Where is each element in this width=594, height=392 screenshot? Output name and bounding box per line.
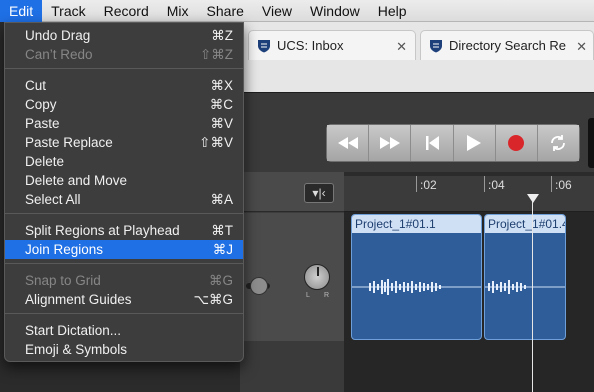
cycle-icon: [551, 135, 566, 151]
pan-left-label: L: [306, 292, 310, 299]
toolbar-edge: [588, 118, 594, 168]
menu-track[interactable]: Track: [42, 0, 94, 22]
menu-edit[interactable]: Edit: [0, 0, 43, 22]
menu-help[interactable]: Help: [369, 0, 416, 22]
menu-bar: Edit Track Record Mix Share View Window …: [0, 0, 594, 22]
menu-item-paste-replace[interactable]: Paste Replace ⇧⌘V: [5, 133, 243, 152]
menu-separator: [5, 263, 243, 264]
ruler-tick: [484, 176, 485, 192]
cycle-button[interactable]: [537, 125, 580, 161]
menu-record[interactable]: Record: [95, 0, 158, 22]
menu-item-select-all[interactable]: Select All ⌘A: [5, 190, 243, 209]
menu-separator: [5, 213, 243, 214]
playhead-handle[interactable]: [527, 194, 539, 203]
ruler-label: :06: [555, 178, 572, 192]
transport-controls: [326, 124, 580, 162]
catch-playhead-button[interactable]: ▾|‹: [304, 183, 334, 203]
menu-item-alignment-guides[interactable]: Alignment Guides ⌥⌘G: [5, 290, 243, 309]
rewind-icon: [337, 137, 358, 149]
menu-item-delete-and-move[interactable]: Delete and Move: [5, 171, 243, 190]
fast-forward-icon: [379, 137, 400, 149]
browser-tab-directory[interactable]: Directory Search Re ✕: [420, 30, 594, 60]
go-to-start-icon: [425, 136, 439, 150]
pan-knob[interactable]: [304, 264, 330, 290]
menu-separator: [5, 313, 243, 314]
record-button[interactable]: [495, 125, 538, 161]
record-icon: [508, 135, 525, 151]
menu-item-undo[interactable]: Undo Drag ⌘Z: [5, 26, 243, 45]
fast-forward-button[interactable]: [369, 125, 412, 161]
playhead[interactable]: [532, 200, 533, 392]
pan-right-label: R: [324, 292, 330, 299]
go-to-start-button[interactable]: [411, 125, 454, 161]
rewind-button[interactable]: [327, 125, 370, 161]
play-icon: [467, 135, 482, 151]
ruler-label: :02: [420, 178, 437, 192]
tab-title: Directory Search Re: [449, 38, 567, 53]
menu-item-start-dictation[interactable]: Start Dictation...: [5, 321, 243, 340]
menu-item-emoji-symbols[interactable]: Emoji & Symbols: [5, 340, 243, 359]
ruler-tick: [416, 176, 417, 192]
menu-item-cut[interactable]: Cut ⌘X: [5, 76, 243, 95]
menu-item-snap-to-grid: Snap to Grid ⌘G: [25, 272, 233, 289]
menu-window[interactable]: Window: [301, 0, 369, 22]
shield-logo-icon: [257, 39, 271, 53]
tab-close-icon[interactable]: ✕: [396, 39, 407, 55]
waveform: [352, 279, 481, 295]
region-name: Project_1#01.4: [485, 215, 565, 233]
empty-track-area: [240, 341, 344, 392]
ruler-label: :04: [488, 178, 505, 192]
menu-item-copy[interactable]: Copy ⌘C: [5, 95, 243, 114]
play-button[interactable]: [453, 125, 496, 161]
menu-mix[interactable]: Mix: [158, 0, 198, 22]
menu-view[interactable]: View: [253, 0, 301, 22]
menu-separator: [5, 68, 243, 69]
tab-title: UCS: Inbox: [277, 38, 344, 53]
audio-region[interactable]: Project_1#01.1: [351, 214, 482, 340]
volume-slider-knob[interactable]: [250, 277, 268, 295]
menu-item-delete[interactable]: Delete: [5, 152, 243, 171]
shield-logo-icon: [429, 39, 443, 53]
menu-share[interactable]: Share: [198, 0, 253, 22]
menu-item-paste[interactable]: Paste ⌘V: [5, 114, 243, 133]
edit-menu: Undo Drag ⌘Z Can’t Redo ⇧⌘Z Cut ⌘X Copy …: [4, 22, 244, 362]
tab-close-icon[interactable]: ✕: [576, 39, 587, 55]
menu-item-redo: Can’t Redo ⇧⌘Z: [25, 46, 233, 63]
audio-region[interactable]: Project_1#01.4: [484, 214, 566, 340]
ruler-tick: [551, 176, 552, 192]
waveform: [485, 280, 565, 294]
browser-tab-inbox[interactable]: UCS: Inbox ✕: [248, 30, 416, 60]
region-name: Project_1#01.1: [352, 215, 481, 233]
menu-item-split-regions[interactable]: Split Regions at Playhead ⌘T: [5, 221, 243, 240]
menu-item-join-regions[interactable]: Join Regions ⌘J: [5, 240, 243, 259]
